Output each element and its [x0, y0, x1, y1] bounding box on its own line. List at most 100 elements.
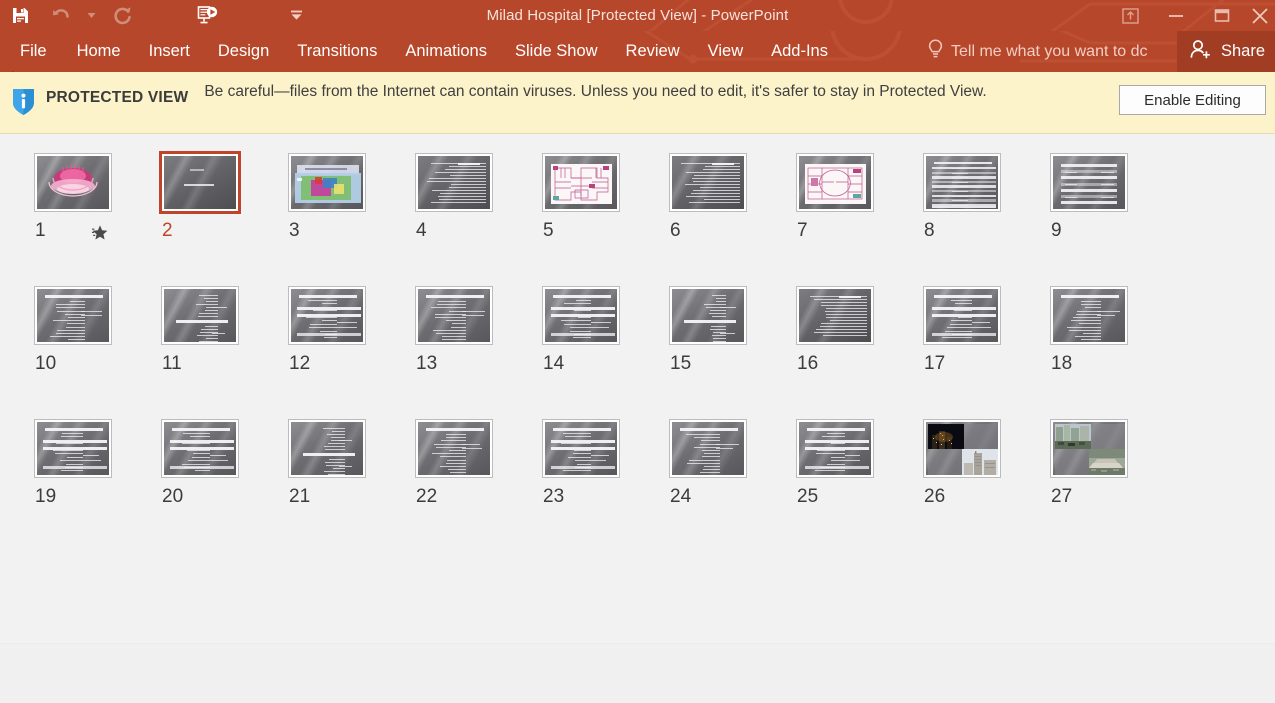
slide-thumbnail-14[interactable]: 14 [537, 286, 664, 420]
slide-preview [542, 286, 620, 345]
tab-home[interactable]: Home [63, 31, 135, 72]
tell-me-placeholder: Tell me what you want to dc [951, 42, 1148, 60]
slide-preview [34, 286, 112, 345]
tell-me-search[interactable]: Tell me what you want to dc [928, 31, 1148, 72]
slide-thumbnail-8[interactable]: 8 [918, 153, 1045, 287]
slide-thumb-wrap [796, 286, 877, 348]
slide-preview [415, 419, 493, 478]
slide-preview [161, 286, 239, 345]
slide-thumbnail-24[interactable]: 24 [664, 419, 791, 553]
slide-number: 5 [543, 220, 554, 241]
restore-icon[interactable] [1199, 0, 1245, 31]
slide-thumb-wrap [796, 153, 877, 215]
slide-number: 7 [797, 220, 808, 241]
slide-thumbnail-5[interactable]: 5 [537, 153, 664, 287]
tab-file[interactable]: File [0, 31, 63, 72]
slide-thumb-wrap [288, 286, 369, 348]
slide-thumb-wrap [288, 153, 369, 215]
slide-thumbnail-2[interactable]: 2 [156, 151, 283, 287]
tab-design[interactable]: Design [204, 31, 283, 72]
slide-thumbnail-23[interactable]: 23 [537, 419, 664, 553]
share-button[interactable]: Share [1176, 31, 1275, 72]
slide-number: 13 [416, 353, 438, 374]
slide-thumb-wrap [34, 286, 115, 348]
slide-preview [796, 419, 874, 478]
slide-thumbnail-10[interactable]: 10 [29, 286, 156, 420]
tab-transitions[interactable]: Transitions [283, 31, 391, 72]
transition-star-icon[interactable] [91, 224, 109, 247]
slide-preview [34, 153, 112, 212]
slide-number: 20 [162, 486, 184, 507]
slide-thumb-wrap [669, 419, 750, 481]
slide-preview [34, 419, 112, 478]
slide-thumbnail-4[interactable]: 4 [410, 153, 537, 287]
slide-number: 14 [543, 353, 565, 374]
slide-thumbnail-12[interactable]: 12 [283, 286, 410, 420]
ribbon-tab-bar: File Home Insert Design Transitions Anim… [0, 31, 1275, 72]
slide-thumbnail-9[interactable]: 9 [1045, 153, 1172, 287]
slide-grid: 1 2 3 4 5 6 7 8 9 10 11 12 13 14 15 16 17 18 19 20 21 22 23 24 2… [0, 151, 1275, 553]
slide-number: 9 [1051, 220, 1062, 241]
slide-preview [288, 419, 366, 478]
slide-thumbnail-22[interactable]: 22 [410, 419, 537, 553]
slide-number: 4 [416, 220, 427, 241]
slide-number: 22 [416, 486, 438, 507]
slide-thumb-wrap [1050, 419, 1131, 481]
slide-thumb-wrap [415, 419, 496, 481]
slide-number: 18 [1051, 353, 1073, 374]
slide-thumbnail-19[interactable]: 19 [29, 419, 156, 553]
slide-thumbnail-3[interactable]: 3 [283, 153, 410, 287]
slide-thumbnail-6[interactable]: 6 [664, 153, 791, 287]
tab-slide-show[interactable]: Slide Show [501, 31, 612, 72]
slide-thumb-wrap [542, 153, 623, 215]
tab-animations[interactable]: Animations [391, 31, 501, 72]
slide-thumbnail-15[interactable]: 15 [664, 286, 791, 420]
slide-thumbnail-17[interactable]: 17 [918, 286, 1045, 420]
slide-thumb-wrap [796, 419, 877, 481]
tab-insert[interactable]: Insert [135, 31, 204, 72]
enable-editing-button[interactable]: Enable Editing [1119, 85, 1266, 115]
slide-thumb-wrap [669, 286, 750, 348]
slide-number: 6 [670, 220, 681, 241]
slide-thumb-wrap [288, 419, 369, 481]
slide-thumbnail-1[interactable]: 1 [29, 153, 156, 287]
minimize-icon[interactable] [1153, 0, 1199, 31]
slide-thumbnail-27[interactable]: 27 [1045, 419, 1172, 553]
slide-number: 23 [543, 486, 565, 507]
slide-thumbnail-26[interactable]: 26 [918, 419, 1045, 553]
slide-thumbnail-11[interactable]: 11 [156, 286, 283, 420]
tab-review[interactable]: Review [612, 31, 694, 72]
slide-preview [161, 419, 239, 478]
tab-view[interactable]: View [694, 31, 757, 72]
protected-view-message: Be careful—files from the Internet can c… [204, 83, 987, 100]
ribbon-display-options-icon[interactable] [1107, 0, 1153, 31]
slide-number: 3 [289, 220, 300, 241]
protected-view-label: PROTECTED VIEW [46, 89, 189, 106]
slide-preview [288, 286, 366, 345]
slide-sorter-pane[interactable]: 1 2 3 4 5 6 7 8 9 10 11 12 13 14 15 16 17 18 19 20 21 22 23 24 2… [0, 134, 1275, 703]
share-person-icon [1189, 39, 1212, 65]
slide-thumb-wrap [1050, 286, 1131, 348]
slide-thumb-wrap [669, 153, 750, 215]
slide-thumb-wrap [161, 419, 242, 481]
slide-thumbnail-20[interactable]: 20 [156, 419, 283, 553]
slide-preview [796, 153, 874, 212]
slide-number: 12 [289, 353, 311, 374]
slide-preview [923, 286, 1001, 345]
close-icon[interactable] [1245, 0, 1275, 31]
slide-thumb-wrap [1050, 153, 1131, 215]
slide-thumbnail-13[interactable]: 13 [410, 286, 537, 420]
title-bar: Milad Hospital [Protected View] - PowerP… [0, 0, 1275, 31]
info-shield-icon [0, 81, 46, 117]
slide-thumbnail-16[interactable]: 16 [791, 286, 918, 420]
slide-thumb-wrap [34, 419, 115, 481]
slide-thumbnail-18[interactable]: 18 [1045, 286, 1172, 420]
tab-add-ins[interactable]: Add-Ins [757, 31, 842, 72]
slide-preview [159, 151, 241, 214]
slide-preview [1050, 153, 1128, 212]
slide-preview [542, 153, 620, 212]
slide-thumbnail-21[interactable]: 21 [283, 419, 410, 553]
slide-thumbnail-7[interactable]: 7 [791, 153, 918, 287]
slide-thumbnail-25[interactable]: 25 [791, 419, 918, 553]
slide-preview [1050, 286, 1128, 345]
